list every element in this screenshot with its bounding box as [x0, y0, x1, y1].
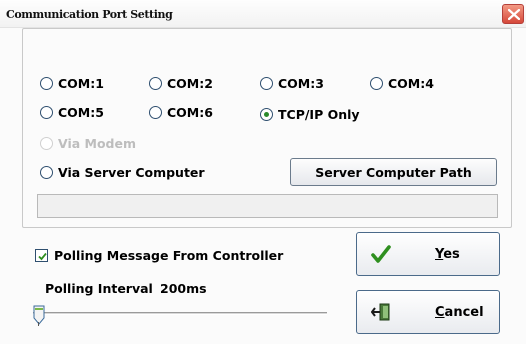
radio-circle[interactable]: [149, 76, 162, 90]
radio-circle[interactable]: [40, 165, 53, 179]
window-title: Communication Port Setting: [6, 8, 173, 21]
radio-com6[interactable]: COM:6: [149, 103, 213, 121]
server-computer-path-button[interactable]: Server Computer Path: [290, 158, 497, 186]
radio-label: Via Server Computer: [58, 164, 205, 180]
radio-tcpip-only[interactable]: TCP/IP Only: [260, 105, 360, 123]
radio-label: Via Modem: [58, 135, 137, 151]
radio-com4[interactable]: COM:4: [370, 74, 434, 92]
exit-door-icon: [371, 303, 390, 321]
slider-tick: [38, 322, 39, 326]
radio-circle[interactable]: [260, 76, 273, 90]
radio-circle[interactable]: [260, 107, 273, 121]
radio-com5[interactable]: COM:5: [40, 103, 104, 121]
radio-com2[interactable]: COM:2: [149, 74, 213, 92]
polling-checkbox[interactable]: [35, 248, 48, 262]
slider-thumb[interactable]: [33, 305, 45, 325]
radio-label: COM:1: [58, 75, 104, 91]
server-path-field[interactable]: [37, 194, 498, 218]
cancel-button[interactable]: Cancel: [356, 290, 500, 334]
radio-com3[interactable]: COM:3: [260, 74, 324, 92]
polling-checkbox-row[interactable]: Polling Message From Controller: [35, 247, 283, 263]
radio-via-modem: Via Modem: [40, 134, 136, 152]
radio-via-server[interactable]: Via Server Computer: [40, 163, 205, 181]
check-mark-icon: [38, 252, 47, 260]
radio-label: TCP/IP Only: [278, 106, 360, 122]
radio-label: COM:4: [388, 75, 434, 91]
radio-circle[interactable]: [40, 76, 53, 90]
polling-checkbox-label: Polling Message From Controller: [54, 247, 284, 263]
radio-label: COM:5: [58, 104, 104, 120]
close-icon: [508, 9, 520, 20]
polling-interval-value: 200ms: [160, 281, 207, 296]
radio-circle[interactable]: [149, 105, 162, 119]
radio-circle: [40, 136, 53, 150]
radio-label: COM:2: [167, 75, 213, 91]
polling-interval-label: Polling Interval: [45, 281, 153, 296]
yes-button[interactable]: Yes: [356, 232, 500, 276]
yes-button-label: Yes: [435, 246, 460, 262]
radio-label: COM:3: [278, 75, 324, 91]
radio-circle[interactable]: [370, 76, 383, 90]
title-bar: Communication Port Setting: [0, 0, 526, 28]
radio-circle[interactable]: [40, 105, 53, 119]
checkmark-icon: [371, 245, 391, 263]
radio-label: COM:6: [167, 104, 213, 120]
radio-com1[interactable]: COM:1: [40, 74, 104, 92]
polling-interval-slider-track[interactable]: [33, 312, 327, 315]
cancel-button-label: Cancel: [435, 304, 484, 320]
close-button[interactable]: [502, 4, 524, 24]
